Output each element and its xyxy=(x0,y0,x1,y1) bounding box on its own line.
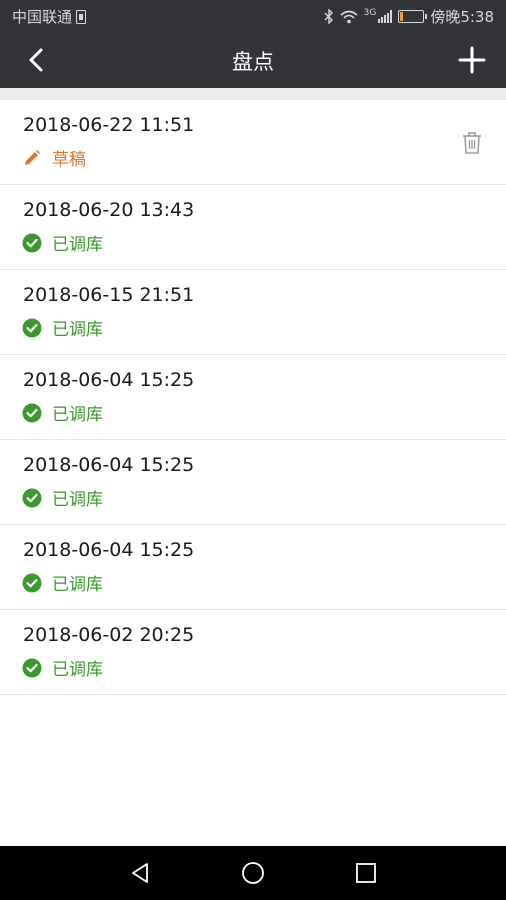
record-status: 草稿 xyxy=(22,145,86,170)
list-item[interactable]: 2018-06-04 15:25 已调库 xyxy=(0,525,506,610)
check-circle-icon xyxy=(22,233,42,252)
status-label: 已调库 xyxy=(52,320,103,340)
title-bar: 盘点 xyxy=(0,32,506,88)
battery-level xyxy=(400,12,404,21)
bluetooth-icon xyxy=(324,9,333,24)
nav-home-button[interactable] xyxy=(239,859,267,887)
delete-button[interactable] xyxy=(460,130,484,156)
check-circle-icon xyxy=(22,488,42,507)
record-date: 2018-06-02 20:25 xyxy=(23,624,195,646)
signal-icon xyxy=(378,10,393,23)
status-label: 已调库 xyxy=(52,660,103,680)
page-title: 盘点 xyxy=(232,50,274,74)
record-date: 2018-06-15 21:51 xyxy=(23,284,195,306)
status-label: 草稿 xyxy=(52,150,86,170)
record-date: 2018-06-04 15:25 xyxy=(23,539,195,561)
nav-recents-button[interactable] xyxy=(352,859,380,887)
status-right: 3G 傍晚5:38 xyxy=(324,6,494,27)
check-circle-icon xyxy=(22,658,42,677)
status-label: 已调库 xyxy=(52,405,103,425)
carrier-label: 中国联通 xyxy=(12,8,73,26)
clock: 傍晚5:38 xyxy=(430,8,494,26)
record-status: 已调库 xyxy=(22,485,103,510)
add-button[interactable] xyxy=(454,42,490,78)
status-label: 已调库 xyxy=(52,575,103,595)
record-status: 已调库 xyxy=(22,655,103,680)
list-item[interactable]: 2018-06-04 15:25 已调库 xyxy=(0,440,506,525)
square-recents-icon xyxy=(356,863,376,883)
list-item[interactable]: 2018-06-15 21:51 已调库 xyxy=(0,270,506,355)
list-item[interactable]: 2018-06-22 11:51 草稿 xyxy=(0,100,506,185)
sim-card-icon xyxy=(76,9,87,24)
circle-home-icon xyxy=(242,862,264,884)
list-item[interactable]: 2018-06-04 15:25 已调库 xyxy=(0,355,506,440)
list-item[interactable]: 2018-06-20 13:43 已调库 xyxy=(0,185,506,270)
nav-back-button[interactable] xyxy=(126,859,154,887)
network-type-label: 3G xyxy=(363,7,377,18)
navigation-bar xyxy=(0,846,506,900)
check-circle-icon xyxy=(22,318,42,337)
plus-icon xyxy=(458,46,486,74)
status-left: 中国联通 xyxy=(12,6,87,27)
status-bar: 中国联通 3G 傍晚5:38 xyxy=(0,0,506,32)
record-status: 已调库 xyxy=(22,230,103,255)
pencil-icon xyxy=(25,149,40,165)
record-date: 2018-06-04 15:25 xyxy=(23,369,195,391)
divider-strip xyxy=(0,88,506,100)
record-date: 2018-06-04 15:25 xyxy=(23,454,195,476)
check-circle-icon xyxy=(22,573,42,592)
wifi-icon xyxy=(340,10,358,23)
record-status: 已调库 xyxy=(22,400,103,425)
record-list: 2018-06-22 11:51 草稿 2018-06-20 13:43 已调库 201… xyxy=(0,100,506,695)
record-date: 2018-06-20 13:43 xyxy=(23,199,195,221)
status-label: 已调库 xyxy=(52,490,103,510)
triangle-back-icon xyxy=(132,863,148,883)
trash-icon xyxy=(463,132,481,154)
record-date: 2018-06-22 11:51 xyxy=(23,114,195,136)
battery-icon xyxy=(398,10,428,23)
status-label: 已调库 xyxy=(52,235,103,255)
check-circle-icon xyxy=(22,403,42,422)
record-status: 已调库 xyxy=(22,315,103,340)
record-status: 已调库 xyxy=(22,570,103,595)
list-item[interactable]: 2018-06-02 20:25 已调库 xyxy=(0,610,506,695)
